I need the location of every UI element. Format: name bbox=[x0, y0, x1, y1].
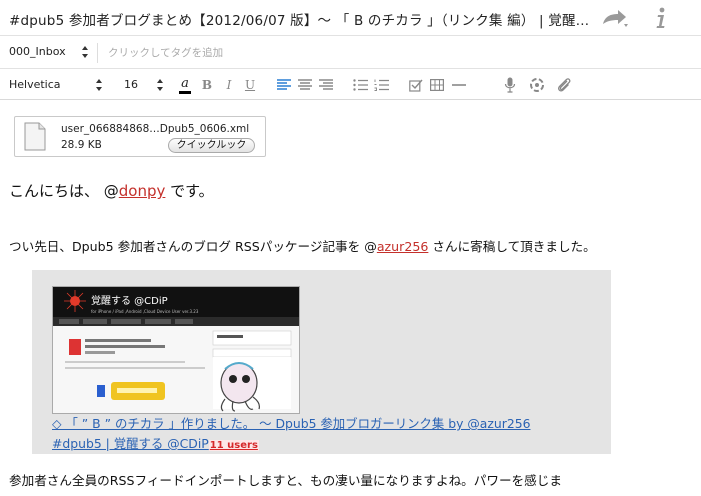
clipped-link-title-cont: #dpub5 | 覚醒する @CDiP11 users bbox=[52, 434, 259, 452]
intro-paragraph: つい先日、Dpub5 参加者さんのブログ RSSパッケージ記事を @azur25… bbox=[9, 236, 596, 255]
attachment-size: 28.9 KB bbox=[61, 139, 102, 151]
intro-text-end: さんに寄稿して頂きました。 bbox=[428, 239, 596, 254]
quicklook-button[interactable]: クイックルック bbox=[168, 138, 255, 153]
font-color-swatch bbox=[179, 90, 191, 94]
intro-text: つい先日、Dpub5 参加者さんのブログ RSSパッケージ記事を @ bbox=[9, 239, 377, 254]
clipped-link-block: 覚醒する @CDiP for iPhone / iPad ,Android ,C… bbox=[32, 270, 611, 454]
align-right-button[interactable] bbox=[318, 75, 334, 95]
paperclip-icon bbox=[558, 78, 571, 92]
bullet-list-button[interactable] bbox=[352, 75, 368, 95]
table-button[interactable] bbox=[429, 75, 445, 95]
attachment-sync-button[interactable] bbox=[528, 75, 546, 95]
bold-button[interactable]: B bbox=[200, 75, 214, 95]
website-thumbnail[interactable]: 覚醒する @CDiP for iPhone / iPad ,Android ,C… bbox=[52, 286, 300, 414]
updown-arrows-icon[interactable] bbox=[80, 44, 90, 60]
align-center-button[interactable] bbox=[297, 75, 313, 95]
checkbox-button[interactable] bbox=[408, 75, 424, 95]
align-left-icon bbox=[277, 79, 291, 90]
table-icon bbox=[430, 79, 444, 91]
align-left-button[interactable] bbox=[276, 75, 292, 95]
microphone-button[interactable] bbox=[502, 75, 518, 95]
clipped-link-site[interactable]: #dpub5 | 覚醒する @CDiP bbox=[52, 436, 209, 451]
greeting-text-end: です。 bbox=[165, 182, 214, 200]
checkbox-icon bbox=[409, 79, 423, 92]
align-right-icon bbox=[319, 79, 333, 90]
numbered-list-icon bbox=[374, 79, 389, 91]
bullet-list-icon bbox=[352, 79, 368, 91]
formatting-toolbar: Helvetica 16 a B I U bbox=[0, 70, 701, 100]
mention-link[interactable]: donpy bbox=[119, 182, 166, 200]
italic-button[interactable]: I bbox=[223, 75, 235, 95]
align-center-icon bbox=[298, 79, 312, 90]
tag-input[interactable] bbox=[108, 44, 408, 62]
greeting-paragraph: こんにちは、 @donpy です。 bbox=[9, 180, 214, 201]
font-color-icon: a bbox=[181, 75, 189, 91]
clipped-link-title[interactable]: ◇ 「 ” B ” のチカラ 」作りました。 ～ Dpub5 参加ブロガーリンク… bbox=[52, 414, 530, 432]
sync-icon bbox=[530, 78, 544, 92]
font-size-select[interactable]: 16 bbox=[124, 78, 138, 91]
numbered-list-button[interactable] bbox=[373, 75, 389, 95]
info-icon[interactable] bbox=[650, 5, 672, 31]
note-title-bar: #dpub5 参加者ブログまとめ【2012/06/07 版】～ 「 B のチカラ… bbox=[0, 0, 701, 36]
font-family-select[interactable]: Helvetica bbox=[9, 78, 61, 91]
horizontal-rule-button[interactable] bbox=[451, 75, 467, 95]
file-attachment[interactable]: user_066884868…Dpub5_0606.xml 28.9 KB クイ… bbox=[14, 116, 266, 157]
note-title[interactable]: #dpub5 参加者ブログまとめ【2012/06/07 版】～ 「 B のチカラ… bbox=[9, 9, 594, 29]
paperclip-button[interactable] bbox=[555, 75, 573, 95]
notebook-selector[interactable]: 000_Inbox bbox=[9, 45, 66, 58]
updown-arrows-icon[interactable] bbox=[155, 77, 165, 93]
body-paragraph: 参加者さん全員のRSSフィードインポートしますと、もの凄い量になりますよね。パワ… bbox=[9, 473, 562, 488]
document-icon bbox=[24, 122, 46, 151]
greeting-text: こんにちは、 @ bbox=[9, 182, 119, 200]
hatena-users-badge[interactable]: 11 users bbox=[208, 440, 259, 451]
font-color-button[interactable]: a bbox=[178, 75, 192, 95]
microphone-icon bbox=[504, 77, 516, 93]
share-arrow-icon[interactable] bbox=[600, 7, 630, 29]
updown-arrows-icon[interactable] bbox=[94, 77, 104, 93]
notebook-tag-bar: 000_Inbox bbox=[0, 37, 701, 69]
horizontal-rule-icon bbox=[452, 84, 466, 86]
thumbnail-site-title: 覚醒する @CDiP bbox=[91, 294, 168, 307]
divider bbox=[97, 43, 98, 63]
thumbnail-tagline: for iPhone / iPad ,Android ,Cloud Device… bbox=[91, 309, 199, 314]
underline-button[interactable]: U bbox=[243, 75, 257, 95]
mention-link[interactable]: azur256 bbox=[377, 239, 429, 254]
attachment-filename: user_066884868…Dpub5_0606.xml bbox=[61, 123, 250, 135]
